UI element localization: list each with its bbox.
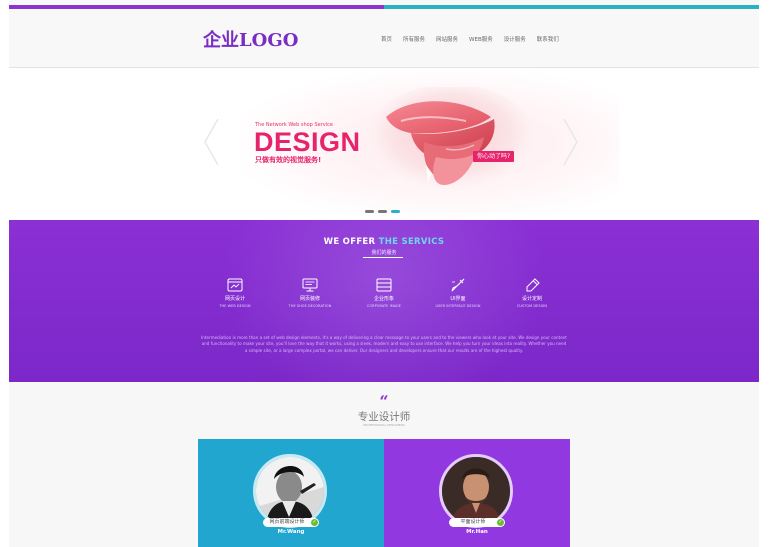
service-subtitle: CUSTOM DESIGN <box>516 304 548 308</box>
slide-indicators <box>365 210 400 213</box>
nav-item-web-services[interactable]: WEB服务 <box>469 35 493 43</box>
service-item-custom-design[interactable]: 设计定制 CUSTOM DESIGN <box>496 278 568 308</box>
services-section: WE OFFER THE SERVICS 我们的服务 网页设计 THE WEB … <box>9 220 759 382</box>
service-item-corporate-image[interactable]: 企业形象 CORPORATE IMAGE <box>348 278 420 308</box>
designers-title: 专业设计师 <box>357 411 411 423</box>
service-subtitle: THE WEB DESIGN <box>219 304 251 308</box>
designers-section: “ 专业设计师 PROFESSIONAL DESIGNERS 网页前端设计师 ✓ <box>9 382 759 547</box>
service-label: 企业形象 <box>373 296 394 302</box>
corporate-image-icon <box>376 278 392 292</box>
avatar <box>439 454 513 528</box>
services-title-highlight: THE SERVICS <box>378 237 445 247</box>
designer-name: Mr.Wang <box>277 529 305 535</box>
banner-slogan: 只做有效的视觉服务! <box>255 156 322 164</box>
services-subtitle: 我们的服务 <box>371 250 397 256</box>
checkmark-icon: ✓ <box>497 519 504 526</box>
services-title: WE OFFER THE SERVICS <box>9 237 759 247</box>
next-slide-arrow-icon[interactable] <box>562 117 580 167</box>
lips-image <box>366 87 536 194</box>
top-color-bar <box>9 5 759 9</box>
slide-dot-1[interactable] <box>365 210 374 213</box>
top-bar-teal <box>384 5 759 9</box>
brush-icon <box>451 278 465 292</box>
site-header: 企业LOGO 首页 所有服务 网站服务 WEB服务 设计服务 联系我们 <box>9 0 759 68</box>
services-underline <box>363 257 403 258</box>
hero-banner: The Network Web shop Service DESIGN 只做有效… <box>9 69 759 220</box>
prev-slide-arrow-icon[interactable] <box>202 117 220 167</box>
service-label: 网页装修 <box>299 296 320 302</box>
service-label: 网页设计 <box>224 296 245 302</box>
designer-role: 网页前端设计师 <box>269 519 305 525</box>
service-label: UI界面 <box>450 296 466 302</box>
services-title-prefix: WE OFFER <box>323 237 376 247</box>
top-bar-purple <box>9 5 384 9</box>
nav-item-all-services[interactable]: 所有服务 <box>403 35 425 43</box>
service-subtitle: USER INTERFACE DESIGN <box>435 304 481 308</box>
nav-item-website-services[interactable]: 网站服务 <box>436 35 458 43</box>
service-label: 设计定制 <box>521 296 542 302</box>
pen-icon <box>526 278 540 292</box>
designer-role-badge: 网页前端设计师 ✓ <box>263 518 319 527</box>
slide-dot-3[interactable] <box>391 210 400 213</box>
nav-item-contact[interactable]: 联系我们 <box>537 35 559 43</box>
quote-icon: “ <box>379 392 389 411</box>
designer-photo-wang <box>256 457 324 525</box>
services-description: Intermediation is more than a set of web… <box>201 335 567 353</box>
banner-tag-text: 你心动了吗? <box>477 153 511 160</box>
designer-role: 平面设计师 <box>460 519 486 525</box>
site-logo[interactable]: 企业LOGO <box>203 26 298 52</box>
service-item-ui-design[interactable]: UI界面 USER INTERFACE DESIGN <box>422 278 494 308</box>
designer-photo-han <box>442 457 510 525</box>
avatar <box>253 454 327 528</box>
nav-item-design-services[interactable]: 设计服务 <box>504 35 526 43</box>
designer-card-wang[interactable]: 网页前端设计师 ✓ Mr.Wang <box>198 439 384 547</box>
checkmark-icon: ✓ <box>311 519 318 526</box>
monitor-icon <box>302 278 318 292</box>
service-item-shop-decoration[interactable]: 网页装修 THE SHOE DECORATION <box>274 278 346 308</box>
designer-card-han[interactable]: 平面设计师 ✓ Mr.Han <box>384 439 570 547</box>
slide-dot-2[interactable] <box>378 210 387 213</box>
page: 企业LOGO 首页 所有服务 网站服务 WEB服务 设计服务 联系我们 The … <box>0 0 783 547</box>
banner-tag: 你心动了吗? <box>473 151 515 162</box>
designer-name: Mr.Han <box>466 529 488 535</box>
nav-item-home[interactable]: 首页 <box>381 35 392 43</box>
service-subtitle: CORPORATE IMAGE <box>366 304 402 308</box>
service-subtitle: THE SHOE DECORATION <box>288 304 332 308</box>
web-design-icon <box>227 278 243 292</box>
designer-role-badge: 平面设计师 ✓ <box>449 518 505 527</box>
banner-title: DESIGN <box>254 127 361 157</box>
service-item-web-design[interactable]: 网页设计 THE WEB DESIGN <box>199 278 271 308</box>
main-nav: 首页 所有服务 网站服务 WEB服务 设计服务 联系我们 <box>381 35 570 43</box>
designers-subtitle: PROFESSIONAL DESIGNERS <box>363 423 405 427</box>
